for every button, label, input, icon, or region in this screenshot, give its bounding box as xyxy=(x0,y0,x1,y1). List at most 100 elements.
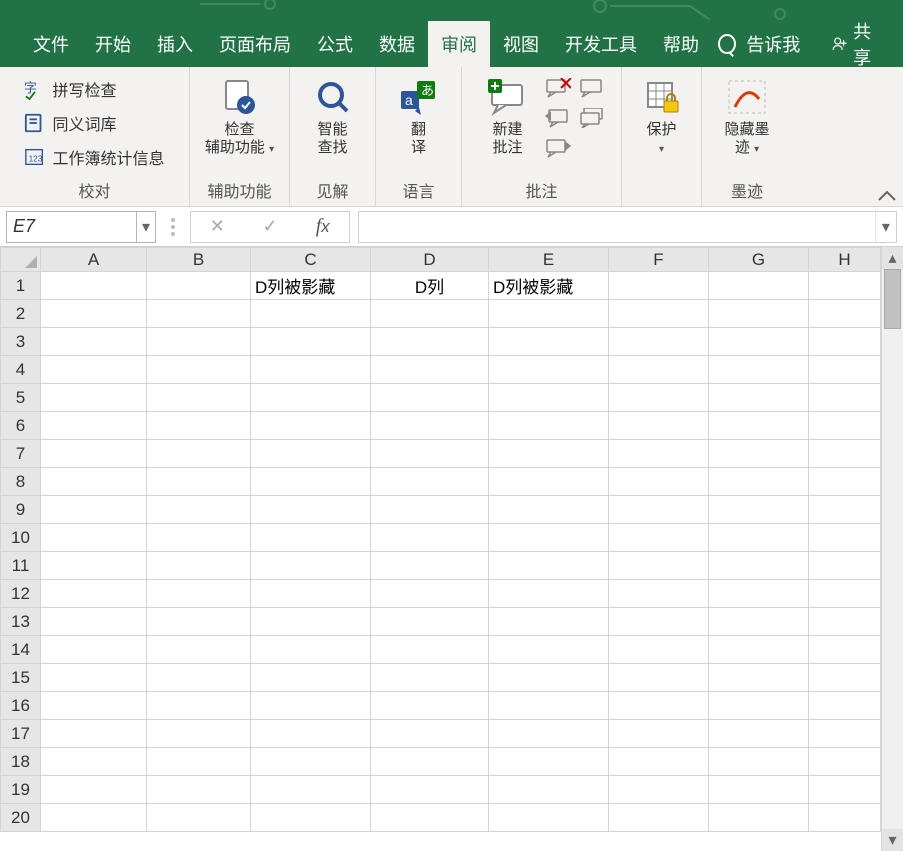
cell[interactable] xyxy=(41,468,147,496)
cell[interactable] xyxy=(609,524,709,552)
tab-formulas[interactable]: 公式 xyxy=(304,21,366,67)
cell[interactable] xyxy=(251,524,371,552)
cell[interactable] xyxy=(709,328,809,356)
tab-view[interactable]: 视图 xyxy=(490,21,552,67)
cell[interactable] xyxy=(709,384,809,412)
cell[interactable] xyxy=(709,692,809,720)
cell[interactable] xyxy=(709,524,809,552)
cell[interactable] xyxy=(609,804,709,832)
delete-comment-button[interactable] xyxy=(544,77,572,99)
cell[interactable] xyxy=(251,692,371,720)
cell[interactable] xyxy=(709,356,809,384)
show-all-comments-button[interactable] xyxy=(578,107,606,129)
cell[interactable] xyxy=(489,468,609,496)
cell[interactable] xyxy=(489,356,609,384)
enter-formula-button[interactable]: ✓ xyxy=(244,216,297,237)
cell[interactable] xyxy=(41,552,147,580)
scroll-up-button[interactable]: ▴ xyxy=(882,247,903,269)
cell[interactable] xyxy=(41,804,147,832)
worksheet[interactable]: A B C D E F G H 1D列被影藏D列D列被影藏23456789101… xyxy=(0,247,881,851)
cell[interactable] xyxy=(489,328,609,356)
cell[interactable] xyxy=(41,580,147,608)
cell[interactable] xyxy=(251,468,371,496)
cell[interactable]: D列被影藏 xyxy=(489,272,609,300)
cell[interactable] xyxy=(251,636,371,664)
cell[interactable] xyxy=(709,804,809,832)
cell[interactable] xyxy=(709,412,809,440)
cell[interactable] xyxy=(609,300,709,328)
cell[interactable] xyxy=(489,440,609,468)
row-header[interactable]: 9 xyxy=(1,496,41,524)
cell[interactable] xyxy=(489,804,609,832)
cell[interactable] xyxy=(147,664,251,692)
select-all-corner[interactable] xyxy=(1,248,41,272)
cell[interactable] xyxy=(371,580,489,608)
cell[interactable] xyxy=(809,720,881,748)
tab-file[interactable]: 文件 xyxy=(20,21,82,67)
tab-help[interactable]: 帮助 xyxy=(650,21,712,67)
cell[interactable] xyxy=(609,496,709,524)
cell[interactable] xyxy=(709,496,809,524)
cell[interactable] xyxy=(147,552,251,580)
cell[interactable] xyxy=(489,636,609,664)
col-header-A[interactable]: A xyxy=(41,248,147,272)
cell[interactable] xyxy=(809,412,881,440)
cell[interactable] xyxy=(41,664,147,692)
cell[interactable] xyxy=(489,608,609,636)
tab-review[interactable]: 审阅 xyxy=(428,21,490,67)
cell[interactable] xyxy=(609,328,709,356)
cell[interactable] xyxy=(251,496,371,524)
tab-data[interactable]: 数据 xyxy=(366,21,428,67)
cell[interactable] xyxy=(41,692,147,720)
cell[interactable] xyxy=(147,356,251,384)
cell[interactable] xyxy=(709,720,809,748)
cell[interactable] xyxy=(251,804,371,832)
cell[interactable] xyxy=(41,440,147,468)
row-header[interactable]: 1 xyxy=(1,272,41,300)
cell[interactable] xyxy=(489,580,609,608)
cell[interactable] xyxy=(371,720,489,748)
tab-page-layout[interactable]: 页面布局 xyxy=(206,21,304,67)
col-header-E[interactable]: E xyxy=(489,248,609,272)
cell[interactable] xyxy=(251,664,371,692)
cell[interactable] xyxy=(809,748,881,776)
cell[interactable] xyxy=(371,748,489,776)
cell[interactable] xyxy=(147,524,251,552)
thesaurus-button[interactable]: 同义词库 xyxy=(20,109,168,137)
cancel-formula-button[interactable]: ✕ xyxy=(191,216,244,237)
name-box-dropdown[interactable]: ▾ xyxy=(136,212,155,242)
cell[interactable] xyxy=(41,328,147,356)
cell[interactable] xyxy=(251,720,371,748)
cell[interactable] xyxy=(609,412,709,440)
cell[interactable] xyxy=(809,552,881,580)
cell[interactable] xyxy=(371,664,489,692)
row-header[interactable]: 16 xyxy=(1,692,41,720)
cell[interactable] xyxy=(609,720,709,748)
cell[interactable] xyxy=(609,664,709,692)
cell[interactable] xyxy=(251,384,371,412)
cell[interactable] xyxy=(147,384,251,412)
tab-insert[interactable]: 插入 xyxy=(144,21,206,67)
prev-comment-button[interactable] xyxy=(544,107,572,129)
cell[interactable] xyxy=(251,776,371,804)
cell[interactable] xyxy=(371,468,489,496)
cell[interactable] xyxy=(489,748,609,776)
cell[interactable] xyxy=(609,356,709,384)
row-header[interactable]: 8 xyxy=(1,468,41,496)
show-comment-button[interactable] xyxy=(578,77,606,99)
new-comment-button[interactable]: 新建批注 xyxy=(478,71,538,157)
cell[interactable] xyxy=(251,552,371,580)
cell[interactable] xyxy=(147,636,251,664)
next-comment-button[interactable] xyxy=(544,137,572,159)
cell[interactable] xyxy=(809,272,881,300)
cell[interactable] xyxy=(41,608,147,636)
cell[interactable] xyxy=(147,580,251,608)
cell[interactable] xyxy=(809,524,881,552)
cell[interactable] xyxy=(147,272,251,300)
cell[interactable] xyxy=(147,720,251,748)
cell[interactable] xyxy=(809,328,881,356)
translate-button[interactable]: aあ 翻译 xyxy=(383,71,455,157)
share-button[interactable]: 共享 xyxy=(813,18,903,70)
row-header[interactable]: 6 xyxy=(1,412,41,440)
row-header[interactable]: 15 xyxy=(1,664,41,692)
